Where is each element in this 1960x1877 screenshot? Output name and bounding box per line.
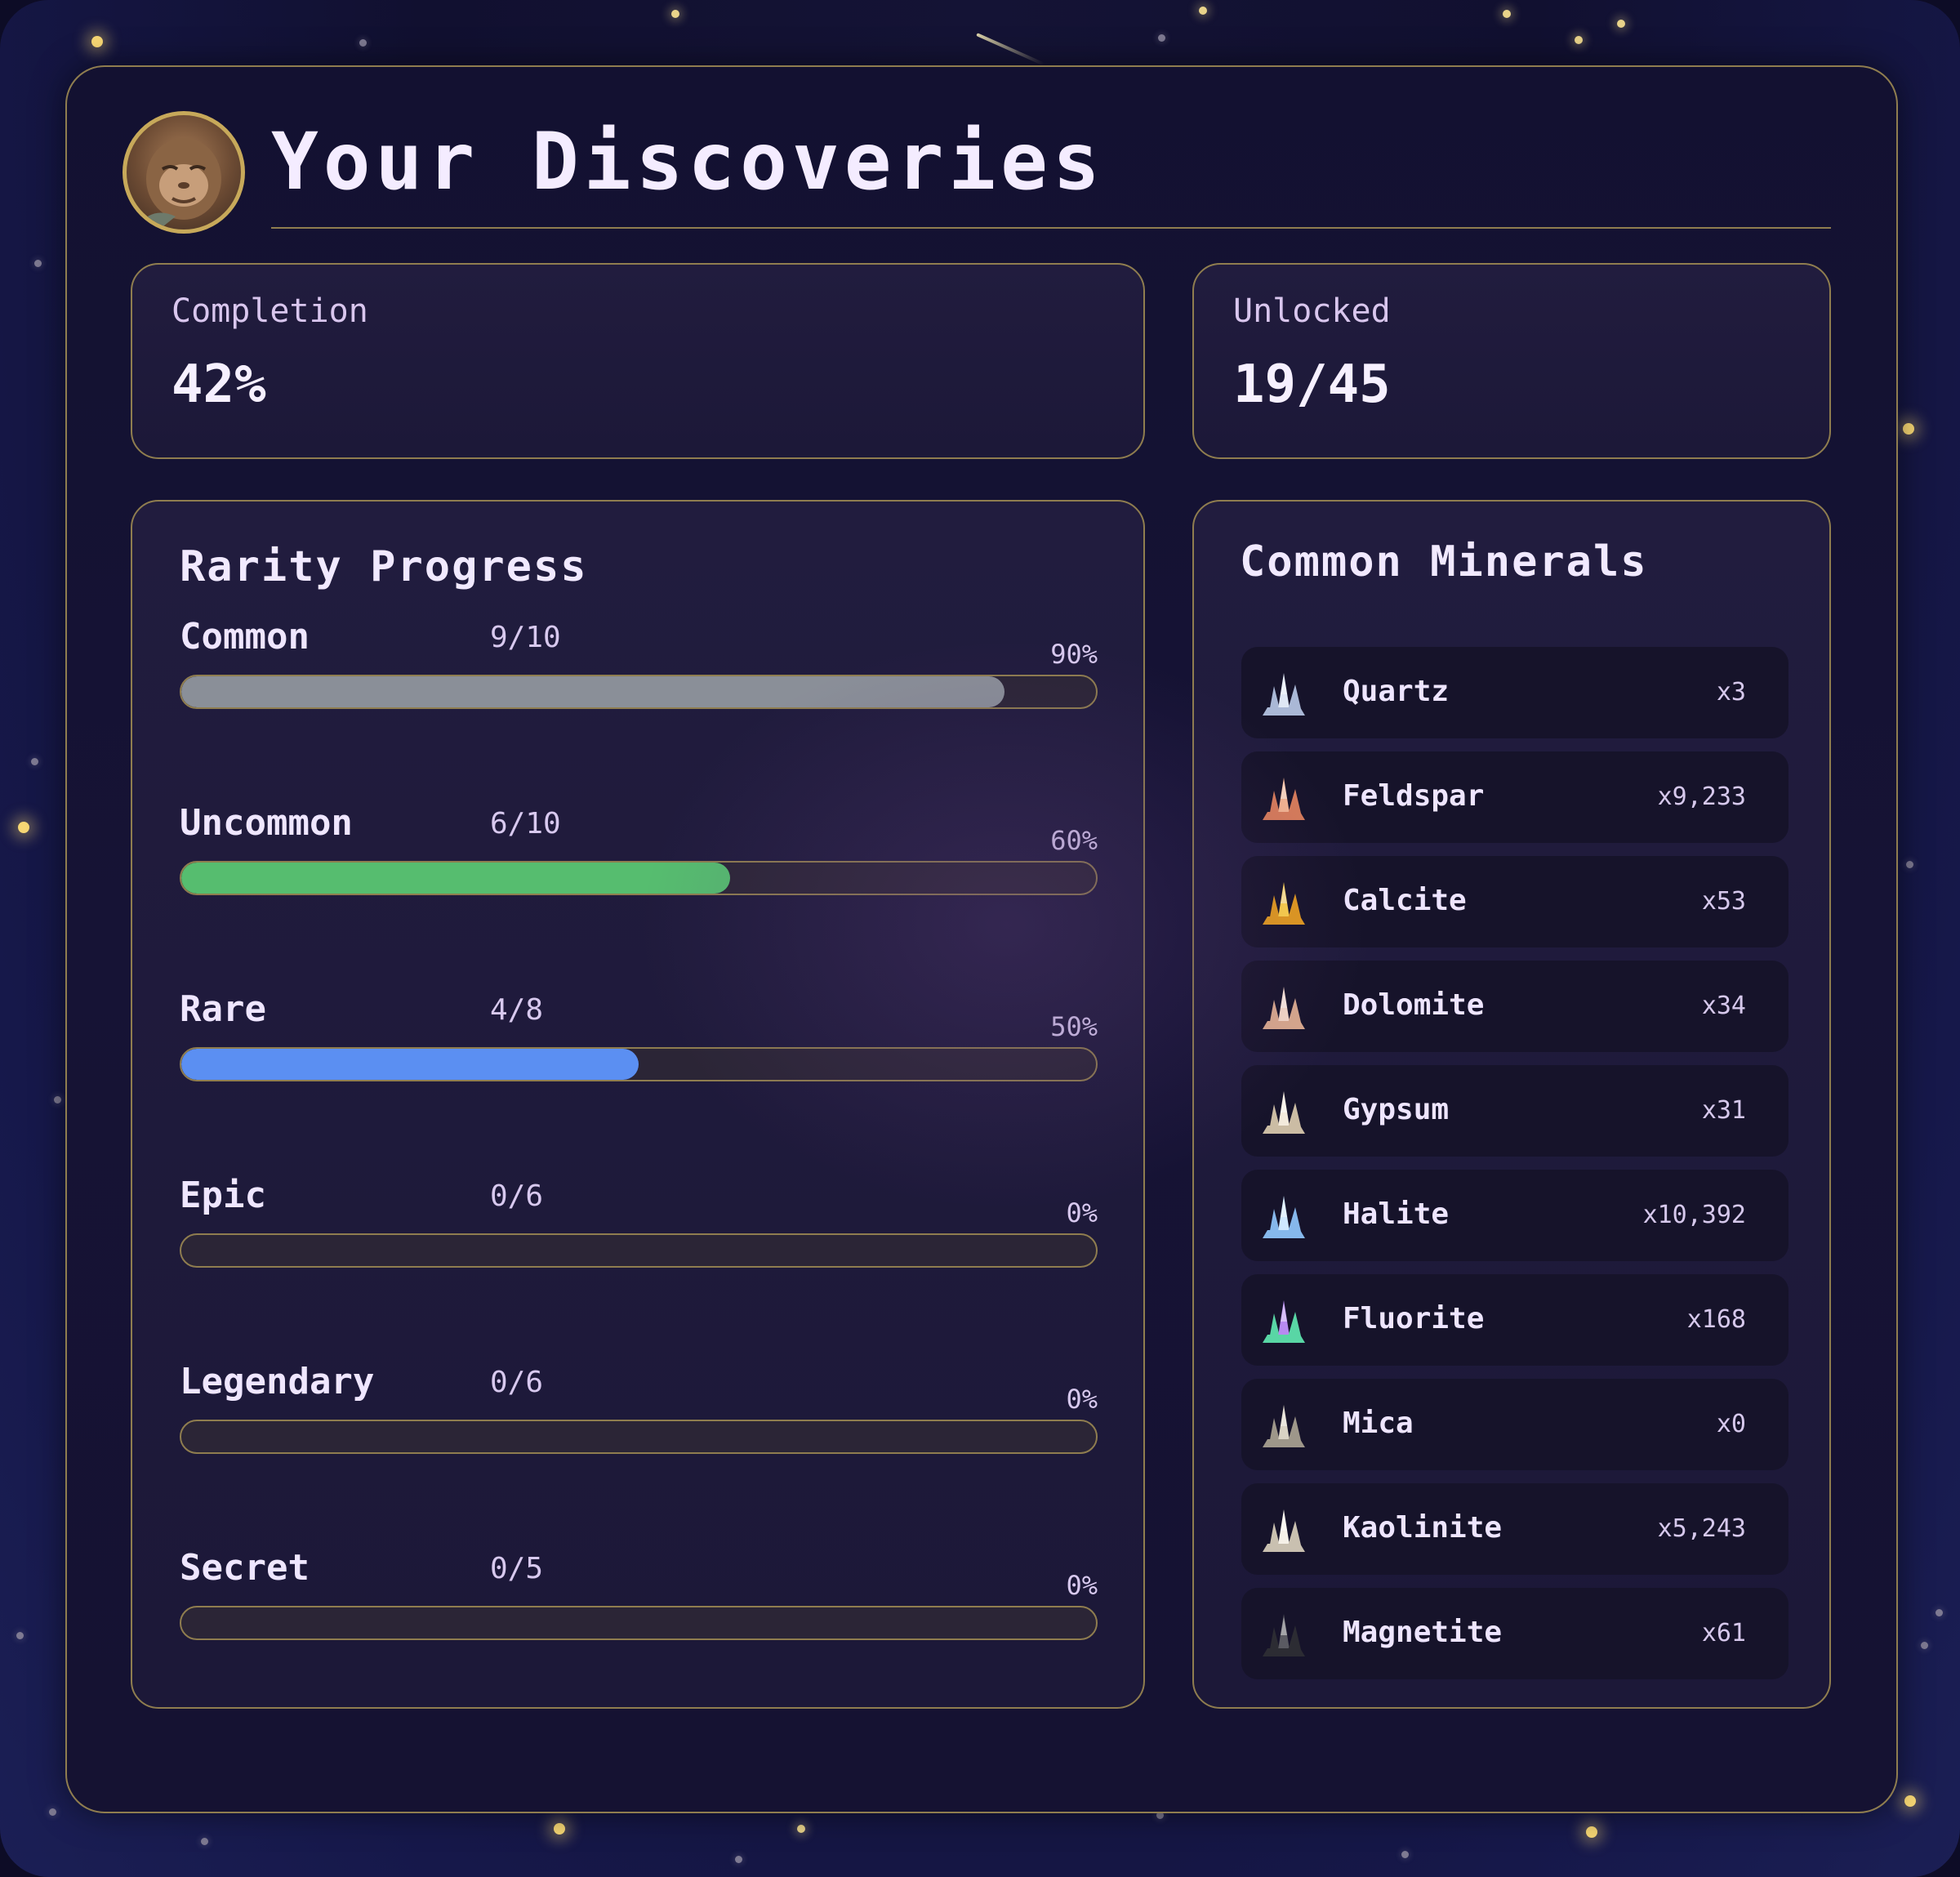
rarity-progress-title: Rarity Progress — [180, 542, 588, 591]
rarity-percent: 0% — [1066, 1384, 1098, 1415]
mineral-quantity: x61 — [1701, 1619, 1746, 1647]
completion-label: Completion — [172, 292, 368, 330]
mineral-item-fluorite[interactable]: Fluorite x168 — [1241, 1274, 1788, 1366]
monkey-face-icon — [135, 138, 221, 230]
mineral-item-quartz[interactable]: Quartz x3 — [1241, 647, 1788, 738]
mineral-item-calcite[interactable]: Calcite x53 — [1241, 856, 1788, 947]
rarity-count: 6/10 — [490, 807, 561, 840]
rarity-progress-bar — [180, 1420, 1098, 1454]
monkey-avatar[interactable] — [122, 111, 245, 234]
mineral-item-mica[interactable]: Mica x0 — [1241, 1379, 1788, 1470]
mineral-quantity: x53 — [1701, 887, 1746, 916]
rarity-progress-fill — [181, 1049, 639, 1080]
rarity-row-epic: Epic 0/6 0% — [180, 1175, 1098, 1338]
mineral-item-feldspar[interactable]: Feldspar x9,233 — [1241, 751, 1788, 843]
mineral-quantity: x31 — [1701, 1096, 1746, 1125]
rarity-percent: 60% — [1050, 825, 1098, 856]
mineral-quantity: x5,243 — [1657, 1514, 1746, 1543]
rarity-row-rare: Rare 4/8 50% — [180, 988, 1098, 1152]
mineral-name: Dolomite — [1343, 988, 1485, 1022]
feldspar-icon — [1263, 778, 1305, 820]
rarity-count: 0/6 — [490, 1366, 544, 1399]
rarity-count: 9/10 — [490, 621, 561, 654]
mineral-item-kaolinite[interactable]: Kaolinite x5,243 — [1241, 1483, 1788, 1575]
mineral-name: Fluorite — [1343, 1302, 1485, 1335]
mica-sheet-icon — [1263, 1405, 1305, 1447]
rarity-name: Epic — [180, 1175, 266, 1216]
kaolinite-pile-icon — [1263, 1509, 1305, 1552]
rarity-progress-bar — [180, 1047, 1098, 1081]
unlocked-value: 19/45 — [1233, 354, 1391, 415]
rarity-progress-fill — [181, 863, 730, 894]
common-minerals-card: Common Minerals Quartz x3 Feldspar x9,23… — [1192, 500, 1831, 1709]
rarity-progress-fill — [181, 676, 1004, 707]
magnetite-icon — [1263, 1614, 1305, 1656]
rarity-progress-bar — [180, 1233, 1098, 1268]
fluorite-icon — [1263, 1300, 1305, 1343]
rarity-name: Secret — [180, 1547, 310, 1589]
rarity-percent: 0% — [1066, 1570, 1098, 1601]
mineral-name: Calcite — [1343, 884, 1467, 917]
rarity-count: 4/8 — [490, 993, 544, 1027]
mineral-name: Mica — [1343, 1407, 1414, 1440]
mineral-quantity: x3 — [1716, 678, 1746, 707]
rarity-progress-bar — [180, 861, 1098, 895]
rarity-row-legendary: Legendary 0/6 0% — [180, 1361, 1098, 1524]
mineral-quantity: x9,233 — [1657, 782, 1746, 811]
mineral-item-dolomite[interactable]: Dolomite x34 — [1241, 961, 1788, 1052]
discoveries-panel: Your Discoveries Completion 42% Unlocked… — [65, 65, 1898, 1813]
mineral-item-gypsum[interactable]: Gypsum x31 — [1241, 1065, 1788, 1157]
rarity-progress-bar — [180, 1606, 1098, 1640]
mineral-name: Magnetite — [1343, 1616, 1503, 1649]
mineral-quantity: x168 — [1686, 1305, 1746, 1334]
mineral-name: Gypsum — [1343, 1093, 1450, 1126]
rarity-count: 0/6 — [490, 1179, 544, 1213]
mineral-name: Feldspar — [1343, 779, 1485, 813]
rarity-row-secret: Secret 0/5 0% — [180, 1547, 1098, 1710]
mineral-quantity: x34 — [1701, 992, 1746, 1020]
unlocked-card: Unlocked 19/45 — [1192, 263, 1831, 459]
rarity-progress-bar — [180, 675, 1098, 709]
title-divider — [271, 227, 1831, 229]
mineral-name: Quartz — [1343, 675, 1450, 708]
page-title: Your Discoveries — [271, 116, 1105, 207]
mineral-list: Quartz x3 Feldspar x9,233 Calcite x53 Do… — [1241, 647, 1788, 1692]
mineral-name: Halite — [1343, 1197, 1450, 1231]
rarity-count: 0/5 — [490, 1552, 544, 1585]
rarity-name: Rare — [180, 988, 266, 1030]
gypsum-crystal-icon — [1263, 1091, 1305, 1134]
rarity-name: Common — [180, 616, 310, 658]
mineral-quantity: x10,392 — [1642, 1201, 1746, 1229]
completion-card: Completion 42% — [131, 263, 1145, 459]
unlocked-label: Unlocked — [1233, 292, 1391, 330]
mineral-quantity: x0 — [1716, 1410, 1746, 1438]
rarity-progress-card: Rarity Progress Common 9/10 90% Uncommon… — [131, 500, 1145, 1709]
halite-cube-icon — [1263, 1196, 1305, 1238]
rarity-percent: 90% — [1050, 639, 1098, 670]
mineral-item-halite[interactable]: Halite x10,392 — [1241, 1170, 1788, 1261]
quartz-crystal-icon — [1263, 673, 1305, 716]
dolomite-icon — [1263, 987, 1305, 1029]
rarity-name: Legendary — [180, 1361, 375, 1402]
rarity-percent: 0% — [1066, 1197, 1098, 1228]
discoveries-screen: Your Discoveries Completion 42% Unlocked… — [0, 0, 1960, 1877]
rarity-row-common: Common 9/10 90% — [180, 616, 1098, 779]
completion-value: 42% — [172, 354, 266, 415]
rarity-row-uncommon: Uncommon 6/10 60% — [180, 802, 1098, 965]
mineral-item-magnetite[interactable]: Magnetite x61 — [1241, 1588, 1788, 1679]
calcite-crystal-icon — [1263, 882, 1305, 925]
rarity-percent: 50% — [1050, 1011, 1098, 1042]
mineral-name: Kaolinite — [1343, 1511, 1503, 1545]
rarity-name: Uncommon — [180, 802, 353, 844]
common-minerals-title: Common Minerals — [1240, 537, 1648, 586]
